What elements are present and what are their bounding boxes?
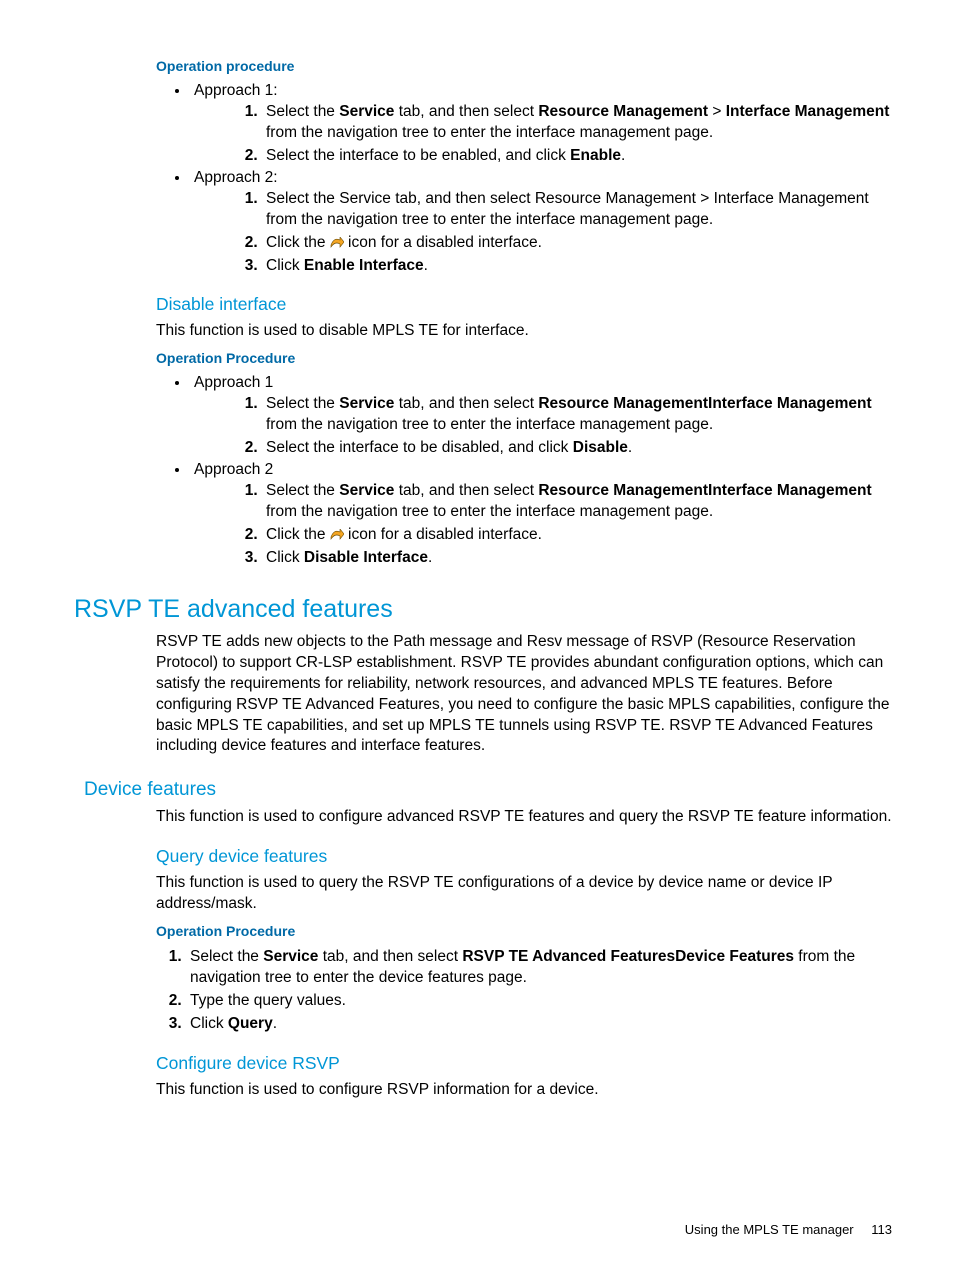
heading-disable-interface: Disable interface — [156, 294, 894, 315]
list-item: Approach 2 Select the Service tab, and t… — [190, 461, 894, 569]
list-item: Select the Service tab, and then select … — [262, 189, 894, 231]
heading-configure-device-rsvp: Configure device RSVP — [156, 1053, 894, 1074]
operation-arrow-icon — [330, 526, 344, 537]
document-page: Operation procedure Approach 1: Select t… — [0, 0, 954, 1271]
paragraph: This function is used to query the RSVP … — [156, 873, 894, 915]
operation-arrow-icon — [330, 234, 344, 245]
paragraph: This function is used to disable MPLS TE… — [156, 321, 894, 342]
heading-device-features: Device features — [84, 779, 894, 801]
heading-operation-procedure: Operation Procedure — [156, 923, 894, 939]
approach-label: Approach 1: — [194, 82, 278, 99]
list-item: Click Query. — [186, 1014, 894, 1035]
list-item: Approach 1: Select the Service tab, and … — [190, 82, 894, 167]
heading-rsvp-te-advanced: RSVP TE advanced features — [74, 595, 894, 624]
heading-query-device-features: Query device features — [156, 846, 894, 867]
list-item: Click the icon for a disabled interface. — [262, 233, 894, 254]
list-item: Select the Service tab, and then select … — [262, 394, 894, 436]
list-item: Approach 1 Select the Service tab, and t… — [190, 374, 894, 459]
page-number: 113 — [871, 1222, 892, 1237]
list-item: Click Enable Interface. — [262, 256, 894, 277]
list-item: Type the query values. — [186, 991, 894, 1012]
steps-list: Select the Service tab, and then select … — [232, 189, 894, 277]
paragraph: RSVP TE adds new objects to the Path mes… — [156, 632, 894, 758]
approach-list: Approach 1: Select the Service tab, and … — [160, 82, 894, 276]
list-item: Approach 2: Select the Service tab, and … — [190, 169, 894, 277]
list-item: Select the Service tab, and then select … — [262, 481, 894, 523]
steps-list: Select the Service tab, and then select … — [232, 394, 894, 459]
list-item: Select the Service tab, and then select … — [186, 947, 894, 989]
approach-label: Approach 2 — [194, 461, 273, 478]
list-item: Select the Service tab, and then select … — [262, 102, 894, 144]
approach-list: Approach 1 Select the Service tab, and t… — [160, 374, 894, 568]
steps-list: Select the Service tab, and then select … — [156, 947, 894, 1035]
paragraph: This function is used to configure RSVP … — [156, 1080, 894, 1101]
steps-list: Select the Service tab, and then select … — [232, 102, 894, 167]
list-item: Click the icon for a disabled interface. — [262, 525, 894, 546]
steps-list: Select the Service tab, and then select … — [232, 481, 894, 569]
page-footer: Using the MPLS TE manager 113 — [685, 1222, 892, 1237]
list-item: Select the interface to be enabled, and … — [262, 146, 894, 167]
heading-operation-procedure: Operation Procedure — [156, 350, 894, 366]
approach-label: Approach 1 — [194, 374, 273, 391]
paragraph: This function is used to configure advan… — [156, 807, 894, 828]
list-item: Select the interface to be disabled, and… — [262, 438, 894, 459]
footer-label: Using the MPLS TE manager — [685, 1222, 854, 1237]
list-item: Click Disable Interface. — [262, 548, 894, 569]
approach-label: Approach 2: — [194, 169, 278, 186]
heading-operation-procedure: Operation procedure — [156, 58, 894, 74]
